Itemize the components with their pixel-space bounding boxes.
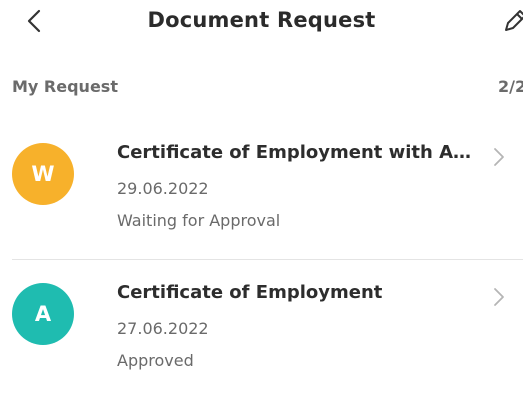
request-title: Certificate of Employment with A… [117,142,472,163]
chevron-right-icon [494,148,504,166]
chevron-right-icon [494,288,504,306]
request-date: 27.06.2022 [117,319,209,338]
request-date: 29.06.2022 [117,179,209,198]
edit-button[interactable] [500,6,523,36]
request-title: Certificate of Employment [117,282,383,303]
request-item-1[interactable]: W Certificate of Employment with A… 29.0… [0,120,523,258]
pencil-icon [505,10,523,31]
request-status: Waiting for Approval [117,211,281,230]
section-label: My Request [12,77,118,96]
page-count: 2/2 [498,77,523,96]
page-title: Document Request [147,8,376,32]
avatar: W [12,143,74,205]
avatar-letter: W [31,162,55,186]
request-status: Approved [117,351,194,370]
request-item-2[interactable]: A Certificate of Employment 27.06.2022 A… [0,260,523,398]
avatar: A [12,283,74,345]
app-header: Document Request [0,0,523,45]
avatar-letter: A [34,302,52,326]
